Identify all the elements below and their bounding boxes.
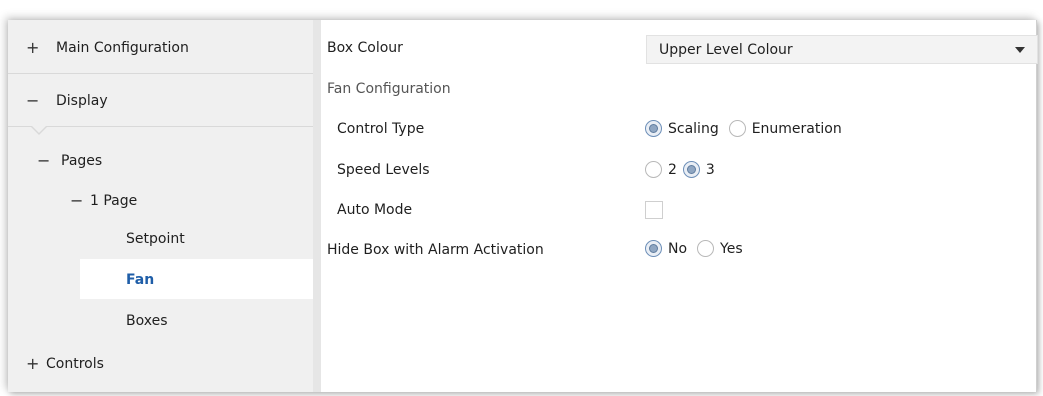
collapse-icon[interactable]: − xyxy=(70,191,86,210)
parameter-panel: Box Colour Upper Level Colour Fan Config… xyxy=(321,20,1038,392)
hide-box-yes-label[interactable]: Yes xyxy=(720,241,743,257)
box-colour-select[interactable]: Upper Level Colour xyxy=(646,35,1038,64)
speed-levels-label: Speed Levels xyxy=(337,162,430,178)
control-type-scaling-label[interactable]: Scaling xyxy=(668,121,719,137)
sidebar-item-display[interactable]: − Display xyxy=(26,91,108,110)
sidebar-item-main-configuration[interactable]: + Main Configuration xyxy=(26,38,189,57)
hide-box-no-label[interactable]: No xyxy=(668,241,687,257)
control-type-enumeration-label[interactable]: Enumeration xyxy=(752,121,842,137)
configuration-window: + Main Configuration − Display − Pages −… xyxy=(8,20,1038,392)
sidebar-item-label: Display xyxy=(56,92,108,109)
hide-box-yes-radio[interactable] xyxy=(697,240,715,257)
panel-splitter[interactable] xyxy=(313,20,321,392)
speed-levels-3-radio[interactable] xyxy=(682,161,700,178)
control-type-enumeration-radio[interactable] xyxy=(728,120,746,137)
sidebar-divider xyxy=(8,73,313,74)
sidebar-divider xyxy=(8,126,313,127)
sidebar-item-controls[interactable]: + Controls xyxy=(26,354,104,373)
sidebar-item-boxes[interactable]: Boxes xyxy=(126,313,168,329)
hide-box-label: Hide Box with Alarm Activation xyxy=(327,242,544,258)
speed-levels-radio-group: 2 3 xyxy=(645,161,725,178)
sidebar-item-page-1[interactable]: − 1 Page xyxy=(70,191,137,210)
sidebar-item-label: Main Configuration xyxy=(56,39,189,56)
auto-mode-label: Auto Mode xyxy=(337,202,413,218)
control-type-radio-group: Scaling Enumeration xyxy=(645,120,852,137)
speed-levels-2-radio[interactable] xyxy=(645,161,662,178)
section-pointer-fill xyxy=(32,126,46,133)
sidebar-item-label: Boxes xyxy=(126,313,168,329)
sidebar-item-fan-text[interactable]: Fan xyxy=(126,272,154,288)
sidebar-item-setpoint[interactable]: Setpoint xyxy=(126,231,185,247)
hide-box-radio-group: No Yes xyxy=(645,240,753,257)
sidebar-item-fan[interactable] xyxy=(80,259,321,299)
sidebar-tree: + Main Configuration − Display − Pages −… xyxy=(8,20,321,392)
speed-levels-3-label[interactable]: 3 xyxy=(706,162,715,178)
sidebar-item-label: Pages xyxy=(61,152,103,169)
hide-box-no-radio[interactable] xyxy=(645,240,662,257)
expand-icon[interactable]: + xyxy=(26,354,42,373)
collapse-icon[interactable]: − xyxy=(26,91,42,110)
control-type-scaling-radio[interactable] xyxy=(645,120,662,137)
auto-mode-checkbox[interactable] xyxy=(645,201,663,219)
sidebar-item-pages[interactable]: − Pages xyxy=(37,151,102,170)
control-type-label: Control Type xyxy=(337,121,425,137)
speed-levels-2-label[interactable]: 2 xyxy=(668,162,677,178)
box-colour-value: Upper Level Colour xyxy=(659,41,793,58)
fan-configuration-heading: Fan Configuration xyxy=(327,81,451,97)
chevron-down-icon xyxy=(1015,47,1025,53)
sidebar-item-label: 1 Page xyxy=(90,192,138,209)
box-colour-label: Box Colour xyxy=(327,40,403,56)
sidebar-item-label: Controls xyxy=(46,355,104,372)
sidebar-item-label: Setpoint xyxy=(126,231,185,247)
expand-icon[interactable]: + xyxy=(26,38,42,57)
collapse-icon[interactable]: − xyxy=(37,151,53,170)
sidebar-item-label: Fan xyxy=(126,272,155,288)
